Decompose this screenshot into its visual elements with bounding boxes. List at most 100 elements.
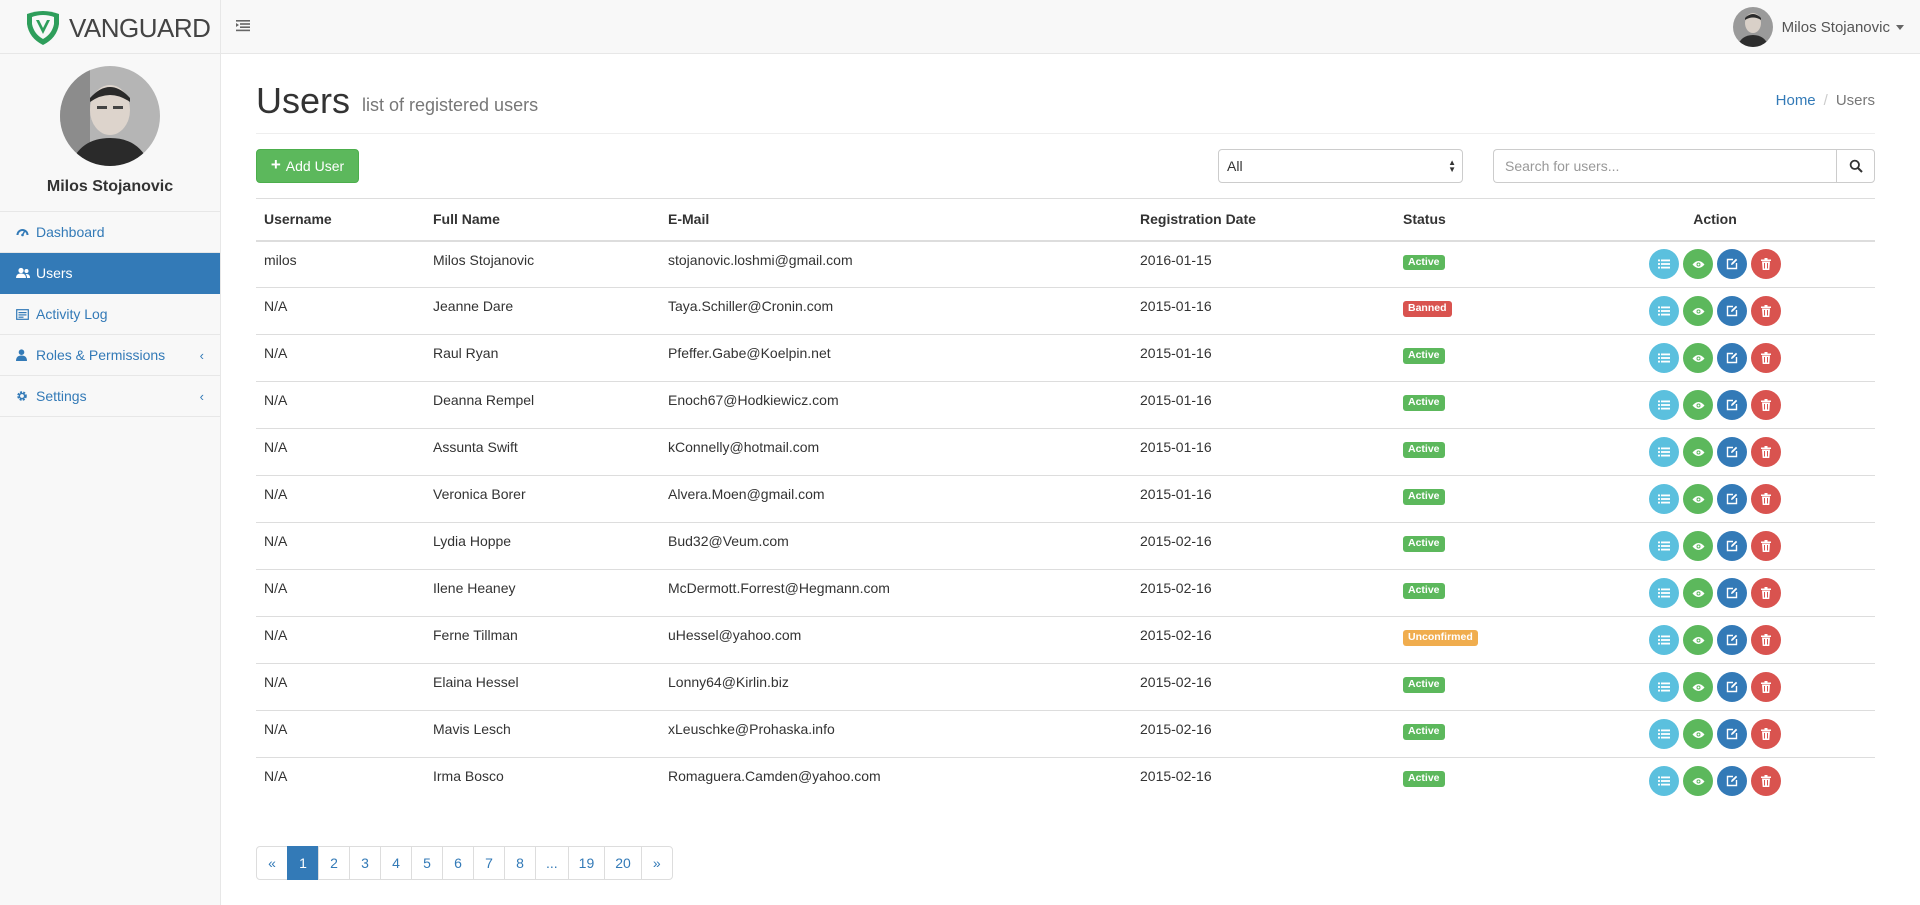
edit-user-button[interactable]	[1717, 625, 1747, 655]
view-activity-button[interactable]	[1649, 625, 1679, 655]
delete-user-button[interactable]	[1751, 578, 1781, 608]
view-user-button[interactable]	[1683, 766, 1713, 797]
sidebar-item-activity-log[interactable]: Activity Log	[0, 294, 220, 335]
delete-user-button[interactable]	[1751, 343, 1781, 373]
add-user-label: Add User	[285, 158, 345, 174]
edit-user-button[interactable]	[1717, 437, 1747, 467]
cell-status: Banned	[1395, 287, 1555, 335]
edit-user-button[interactable]	[1717, 296, 1747, 326]
cell-email: Romaguera.Camden@yahoo.com	[660, 757, 1132, 805]
view-activity-button[interactable]	[1649, 578, 1679, 608]
table-row: N/A Mavis Lesch xLeuschke@Prohaska.info 201…	[256, 710, 1875, 758]
search-button[interactable]	[1836, 149, 1875, 183]
sidebar-item-dashboard[interactable]: Dashboard	[0, 212, 220, 253]
view-user-button[interactable]	[1683, 390, 1713, 420]
edit-user-button[interactable]	[1717, 719, 1747, 749]
cell-username: N/A	[256, 569, 425, 617]
user-menu[interactable]: Milos Stojanovic	[1732, 6, 1904, 48]
edit-user-button[interactable]	[1717, 531, 1747, 561]
eye-icon	[1692, 448, 1705, 457]
sidebar-item-settings[interactable]: Settings ‹	[0, 376, 220, 417]
pagination-page-1[interactable]: 1	[287, 846, 319, 880]
pagination-page-2[interactable]: 2	[318, 846, 350, 880]
pagination-page-6[interactable]: 6	[442, 846, 474, 880]
cell-registration-date: 2015-02-16	[1132, 522, 1395, 570]
add-user-button[interactable]: + Add User	[256, 149, 359, 183]
status-filter-value: All	[1227, 158, 1243, 174]
delete-user-button[interactable]	[1751, 531, 1781, 561]
pagination-next-button[interactable]: »	[640, 846, 673, 880]
column-header-full-name[interactable]: Full Name	[425, 198, 660, 242]
view-activity-button[interactable]	[1649, 531, 1679, 561]
delete-user-button[interactable]	[1751, 672, 1781, 702]
delete-user-button[interactable]	[1751, 296, 1781, 326]
row-actions	[1649, 578, 1781, 608]
view-user-button[interactable]	[1683, 343, 1713, 373]
pagination-ellipsis[interactable]: ...	[535, 846, 569, 880]
cell-full-name: Elaina Hessel	[425, 663, 660, 711]
view-activity-button[interactable]	[1649, 672, 1679, 702]
breadcrumb-home-link[interactable]: Home	[1776, 92, 1816, 109]
sidebar-item-users[interactable]: Users	[0, 253, 220, 294]
column-header-email[interactable]: E-Mail	[660, 198, 1132, 242]
page-subtitle: list of registered users	[362, 95, 539, 115]
view-user-button[interactable]	[1683, 437, 1713, 467]
status-badge: Unconfirmed	[1403, 630, 1478, 646]
cell-username: N/A	[256, 334, 425, 382]
edit-user-button[interactable]	[1717, 390, 1747, 420]
status-filter-select[interactable]: All ▲ ▼	[1218, 149, 1463, 183]
trash-icon	[1761, 352, 1771, 364]
delete-user-button[interactable]	[1751, 249, 1781, 280]
view-activity-button[interactable]	[1649, 766, 1679, 797]
pagination-page-5[interactable]: 5	[411, 846, 443, 880]
view-user-button[interactable]	[1683, 296, 1713, 326]
edit-user-button[interactable]	[1717, 578, 1747, 608]
delete-user-button[interactable]	[1751, 719, 1781, 749]
list-icon	[1658, 306, 1670, 316]
pagination-page-3[interactable]: 3	[349, 846, 381, 880]
pagination-page-7[interactable]: 7	[473, 846, 505, 880]
view-activity-button[interactable]	[1649, 249, 1679, 280]
edit-user-button[interactable]	[1717, 766, 1747, 797]
avatar	[60, 66, 160, 166]
sidebar-toggle-icon[interactable]	[234, 17, 256, 37]
top-navbar: VANGUARD Milos Stojanovic	[0, 0, 1920, 54]
cell-status: Active	[1395, 240, 1555, 288]
pagination-page-19[interactable]: 19	[567, 846, 606, 880]
column-header-status[interactable]: Status	[1395, 198, 1555, 242]
edit-user-button[interactable]	[1717, 672, 1747, 702]
view-activity-button[interactable]	[1649, 437, 1679, 467]
view-user-button[interactable]	[1683, 249, 1713, 280]
sidebar-item-roles-permissions[interactable]: Roles & Permissions ‹	[0, 335, 220, 376]
delete-user-button[interactable]	[1751, 625, 1781, 655]
view-user-button[interactable]	[1683, 719, 1713, 749]
brand[interactable]: VANGUARD	[0, 0, 221, 54]
search-input[interactable]	[1493, 149, 1836, 183]
column-header-username[interactable]: Username	[256, 198, 425, 242]
view-activity-button[interactable]	[1649, 343, 1679, 373]
edit-user-button[interactable]	[1717, 249, 1747, 280]
delete-user-button[interactable]	[1751, 484, 1781, 514]
view-user-button[interactable]	[1683, 531, 1713, 561]
delete-user-button[interactable]	[1751, 766, 1781, 797]
cell-registration-date: 2015-01-16	[1132, 287, 1395, 335]
view-user-button[interactable]	[1683, 625, 1713, 655]
pagination-page-4[interactable]: 4	[380, 846, 412, 880]
view-user-button[interactable]	[1683, 578, 1713, 608]
delete-user-button[interactable]	[1751, 437, 1781, 467]
view-activity-button[interactable]	[1649, 719, 1679, 749]
pagination-prev-button[interactable]: «	[256, 846, 288, 880]
column-header-registration-date[interactable]: Registration Date	[1132, 198, 1395, 242]
view-user-button[interactable]	[1683, 672, 1713, 702]
view-user-button[interactable]	[1683, 484, 1713, 514]
edit-user-button[interactable]	[1717, 484, 1747, 514]
pagination-page-8[interactable]: 8	[504, 846, 536, 880]
edit-user-button[interactable]	[1717, 343, 1747, 373]
pagination-page-20[interactable]: 20	[604, 846, 642, 880]
list-icon	[1658, 353, 1670, 363]
view-activity-button[interactable]	[1649, 296, 1679, 326]
view-activity-button[interactable]	[1649, 390, 1679, 420]
delete-user-button[interactable]	[1751, 390, 1781, 420]
sidebar-profile: Milos Stojanovic	[0, 54, 220, 212]
view-activity-button[interactable]	[1649, 484, 1679, 514]
